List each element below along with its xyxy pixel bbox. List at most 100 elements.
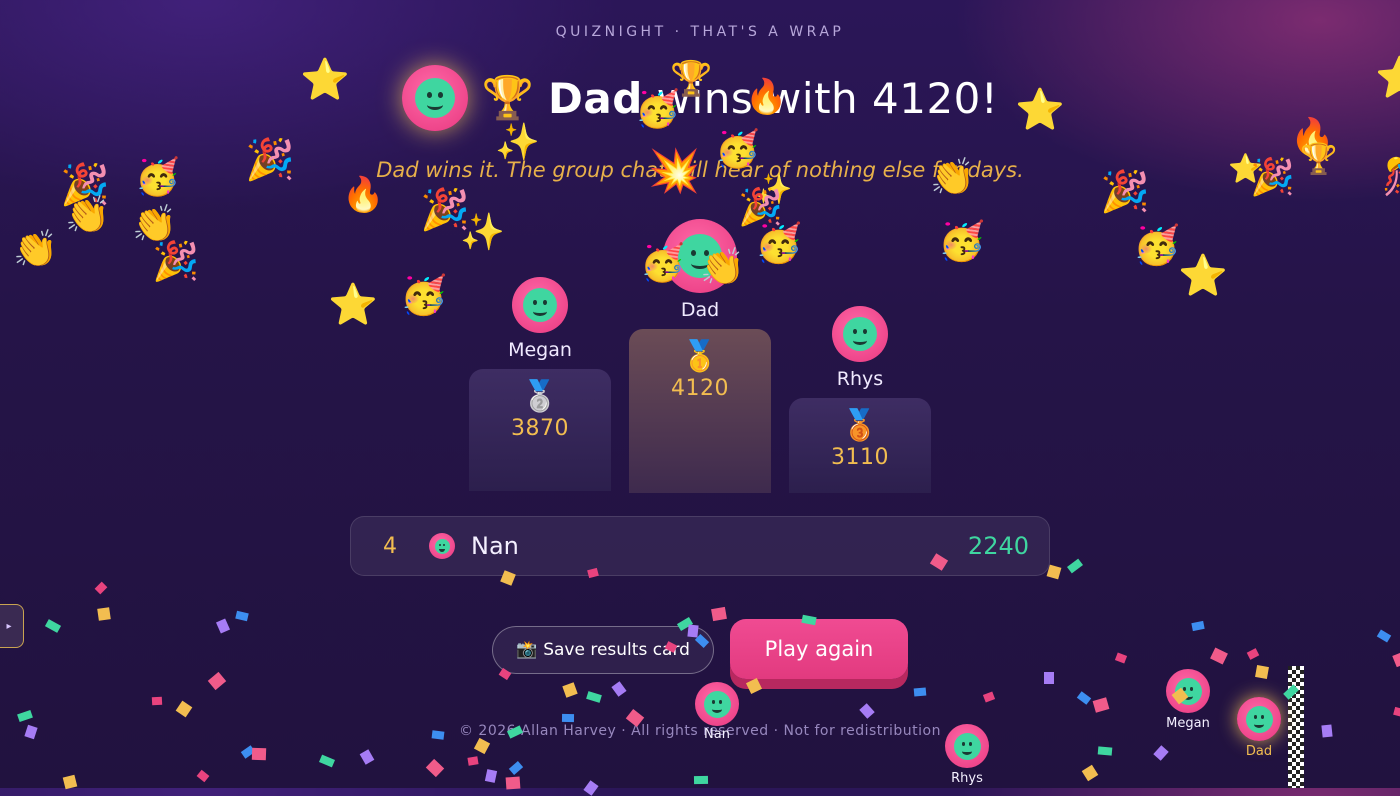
confetti-piece (175, 700, 193, 718)
avatar (512, 277, 568, 333)
party-popper-icon: 🎉 (245, 137, 295, 183)
party-face-icon: 🥳 (938, 219, 986, 263)
avatar (695, 682, 739, 726)
star-icon: ⭐ (1375, 55, 1400, 101)
confetti-piece (562, 682, 578, 698)
clapping-icon: 👏 (930, 157, 975, 198)
row-score: 2240 (967, 532, 1029, 560)
confetti-piece (913, 687, 927, 697)
confetti-piece (251, 747, 267, 761)
confetti-piece (473, 737, 491, 755)
confetti-piece (508, 761, 524, 775)
clapping-icon: 👏 (700, 247, 745, 288)
podium-third: Rhys 🥉 3110 (789, 306, 931, 493)
confetti-piece (693, 775, 709, 785)
party-face-icon: 🥳 (640, 243, 685, 284)
podium-second: Megan 🥈 3870 (469, 277, 611, 491)
confetti-piece (1114, 652, 1128, 664)
confetti-piece (583, 780, 599, 796)
confetti-piece (587, 567, 599, 579)
side-drawer-toggle[interactable]: ▸ (0, 604, 24, 648)
confetti-piece (1046, 564, 1062, 580)
trophy-icon: 🏆 (481, 73, 535, 122)
leaderboard-row: 4 Nan 2240 (350, 516, 1050, 576)
confetti-piece (467, 756, 479, 766)
trophy-icon: 🏆 (1300, 142, 1338, 177)
confetti-piece (17, 709, 33, 723)
podium-score: 3870 (511, 416, 569, 441)
podium-block: 🥈 3870 (469, 369, 611, 491)
confetti-piece (1393, 706, 1400, 718)
party-face-icon: 🥳 (715, 129, 760, 170)
podium-name: Megan (508, 339, 572, 361)
confetti-piece (235, 610, 249, 622)
confetti-piece (1210, 647, 1228, 665)
race-name: Megan (1166, 716, 1210, 731)
confetti-piece (215, 618, 231, 634)
clapping-icon: 👏 (65, 195, 110, 236)
confetti-piece (425, 758, 445, 778)
confetti-piece (859, 703, 875, 719)
winner-name: Dad (548, 73, 643, 123)
podium-score: 3110 (831, 445, 889, 470)
star-icon: ⭐ (1015, 87, 1065, 133)
confetti-piece (561, 713, 575, 723)
podium-block: 🥇 4120 (629, 329, 771, 493)
confetti-piece (1081, 764, 1099, 782)
confetti-piece (207, 671, 227, 691)
confetti-piece (1321, 724, 1333, 738)
avatar (1166, 669, 1210, 713)
bronze-medal-icon: 🥉 (841, 408, 879, 443)
confetti-piece (1246, 648, 1260, 660)
clapping-icon: 👏 (132, 204, 177, 245)
confetti-piece (611, 681, 627, 697)
confetti-piece (318, 754, 336, 768)
confetti-piece (1097, 746, 1113, 756)
party-popper-icon: 🎉 (420, 187, 470, 233)
row-name: Nan (471, 532, 519, 560)
star-icon: ⭐ (328, 282, 378, 328)
podium-block: 🥉 3110 (789, 398, 931, 493)
save-results-card-button[interactable]: 📸 Save results card (492, 626, 714, 674)
confetti-piece (1067, 558, 1083, 574)
play-button-label: Play again (764, 637, 874, 661)
avatar (945, 724, 989, 768)
eyebrow-label: QUIZNIGHT · THAT'S A WRAP (555, 24, 845, 40)
party-popper-icon: 🎉 (152, 239, 200, 283)
race-name: Rhys (951, 771, 983, 786)
star-icon: ⭐ (300, 57, 350, 103)
race-token-leader: Dad (1232, 697, 1286, 759)
party-popper-icon: 🎉 (1250, 157, 1295, 198)
confetti-piece (94, 581, 108, 595)
confetti-piece (1376, 629, 1392, 643)
play-again-button[interactable]: Play again (730, 619, 908, 679)
expand-arrow-icon: ▸ (6, 620, 12, 632)
confetti-piece (1044, 672, 1054, 684)
star-icon: ⭐ (1178, 253, 1228, 299)
avatar (832, 306, 888, 362)
row-rank: 4 (383, 533, 397, 559)
explosion-icon: 💥 (648, 146, 701, 195)
confetti-ball-icon: 🎊 (1382, 160, 1400, 196)
fire-icon: 🔥 (342, 175, 385, 215)
party-face-icon: 🥳 (135, 157, 180, 198)
race-token: Megan (1158, 669, 1218, 731)
confetti-piece (982, 691, 996, 703)
confetti-piece (97, 607, 111, 621)
party-face-icon: 🥳 (755, 221, 803, 265)
confetti-piece (62, 774, 78, 790)
confetti-piece (1191, 620, 1205, 632)
race-name: Nan (704, 727, 730, 742)
podium-score: 4120 (671, 376, 729, 401)
clapping-icon: 👏 (13, 229, 58, 270)
race-token: Rhys (940, 724, 994, 786)
trophy-icon: 🏆 (670, 59, 713, 99)
confetti-piece (1255, 665, 1269, 679)
fire-icon: 🔥 (745, 77, 788, 117)
avatar (429, 533, 455, 559)
confetti-piece (151, 696, 163, 706)
confetti-piece (431, 730, 445, 740)
avatar (1237, 697, 1281, 741)
race-name: Dad (1245, 744, 1273, 759)
party-face-icon: 🥳 (1133, 223, 1181, 267)
